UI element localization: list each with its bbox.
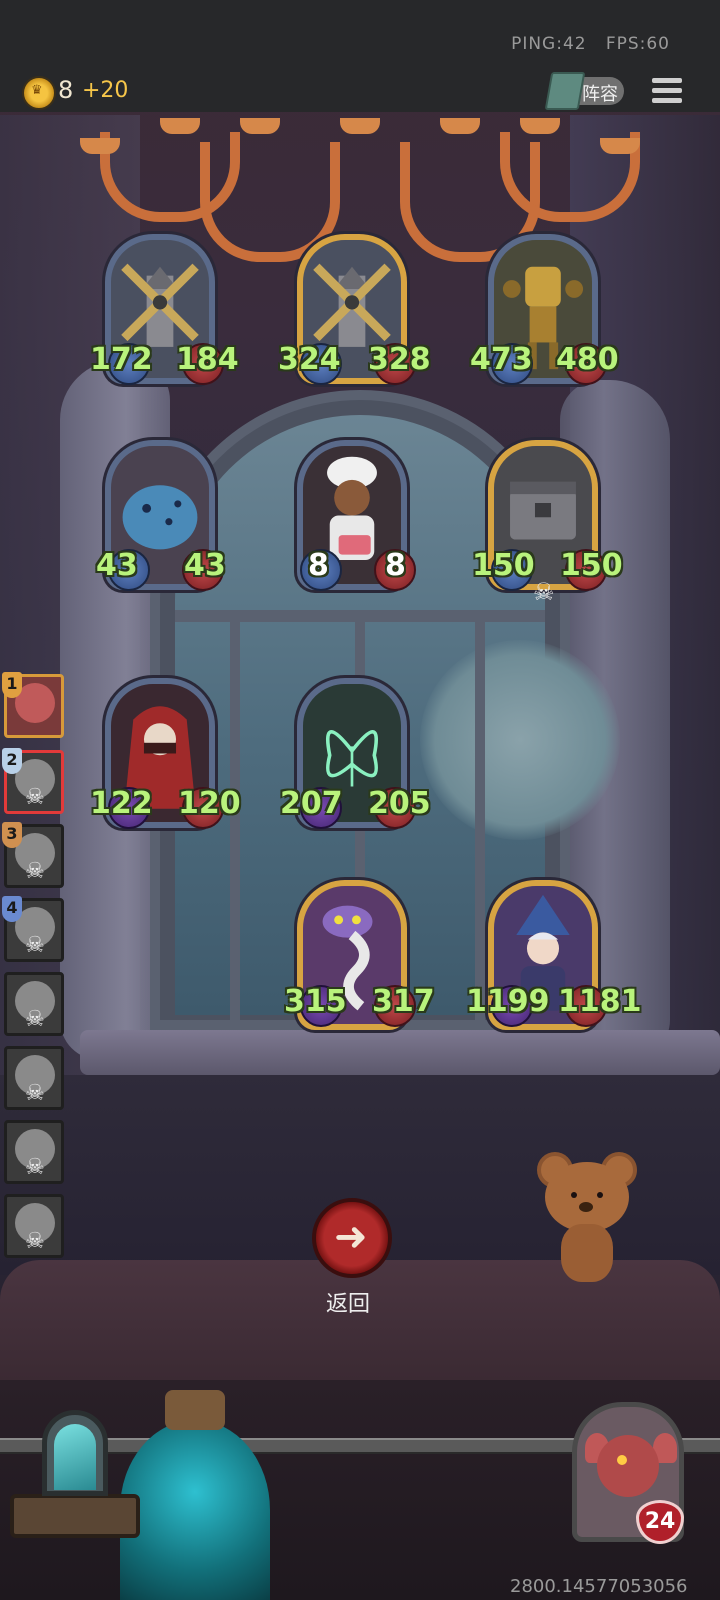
eliminated-skull-icon: ☠: [25, 1155, 45, 1180]
menu-icon[interactable]: [652, 78, 682, 104]
lineup-label[interactable]: 阵容: [582, 80, 618, 106]
eliminated-skull-icon: ☠: [25, 1229, 45, 1254]
eliminated-skull-icon: ☠: [25, 1007, 45, 1032]
unit-attack: 1199: [466, 984, 550, 1019]
rank-badge: 1: [2, 672, 22, 698]
eliminated-skull-icon: ☠: [25, 933, 45, 958]
rank-badge: 2: [2, 748, 22, 774]
window-mullion: [475, 620, 485, 1020]
back-label[interactable]: 返回: [326, 1286, 370, 1318]
eliminated-skull-icon: ☠: [25, 1081, 45, 1106]
rank-badge: 3: [2, 822, 22, 848]
unit-health: 317: [372, 984, 435, 1019]
window-sill: [80, 1030, 720, 1075]
unit-attack: 315: [284, 984, 347, 1019]
gold-amount: 8: [58, 76, 74, 104]
roster-player-6[interactable]: ☠: [4, 1046, 64, 1110]
roster-player-5[interactable]: ☠: [4, 972, 64, 1036]
unit-health: 8: [385, 548, 406, 583]
portal-mirror-button[interactable]: [10, 1410, 140, 1540]
eliminated-skull-icon: ☠: [25, 859, 45, 884]
unit-health: 120: [178, 786, 241, 821]
unit-attack: 473: [470, 342, 533, 377]
unit-attack: 207: [280, 786, 343, 821]
fps-readout: FPS:60: [605, 34, 670, 54]
unit-health: 150: [560, 548, 623, 583]
unit-attack: 122: [90, 786, 153, 821]
gold-coin-icon: ♛: [22, 76, 56, 110]
unit-health: 43: [184, 548, 226, 583]
arrow-left-icon: ➜: [334, 1214, 368, 1260]
book-icon: [544, 72, 586, 110]
unit-health: 184: [176, 342, 239, 377]
ping-readout: PING:42: [511, 34, 587, 54]
unit-attack: 8: [308, 548, 329, 583]
potion-bottle: [120, 1390, 270, 1600]
unit-health: 480: [556, 342, 619, 377]
unit-attack: 43: [96, 548, 138, 583]
gold-income: +20: [82, 78, 129, 103]
back-button[interactable]: ➜: [312, 1198, 392, 1278]
rank-badge: 4: [2, 896, 22, 922]
unit-health: 205: [368, 786, 431, 821]
unit-health: 328: [368, 342, 431, 377]
deathrattle-skull-icon: ☠: [533, 578, 555, 606]
network-stats: PING:42 FPS:60: [511, 34, 670, 54]
teddy-bear-mascot[interactable]: [537, 1152, 637, 1292]
player-roster: 1 ☠ 2 ☠ 3 ☠ 4 ☠ ☠ ☠ ☠: [0, 668, 70, 1268]
game-seed: 2800.14577053056: [510, 1576, 688, 1597]
roster-player-7[interactable]: ☠: [4, 1120, 64, 1184]
unit-health: 1181: [558, 984, 642, 1019]
unit-attack: 324: [278, 342, 341, 377]
top-bar: PING:42 FPS:60 ♛ 8 +20 阵容: [0, 0, 720, 112]
eliminated-skull-icon: ☠: [25, 785, 45, 810]
unit-attack: 150: [472, 548, 535, 583]
moon: [420, 640, 620, 840]
roster-player-8[interactable]: ☠: [4, 1194, 64, 1258]
unit-attack: 172: [90, 342, 153, 377]
